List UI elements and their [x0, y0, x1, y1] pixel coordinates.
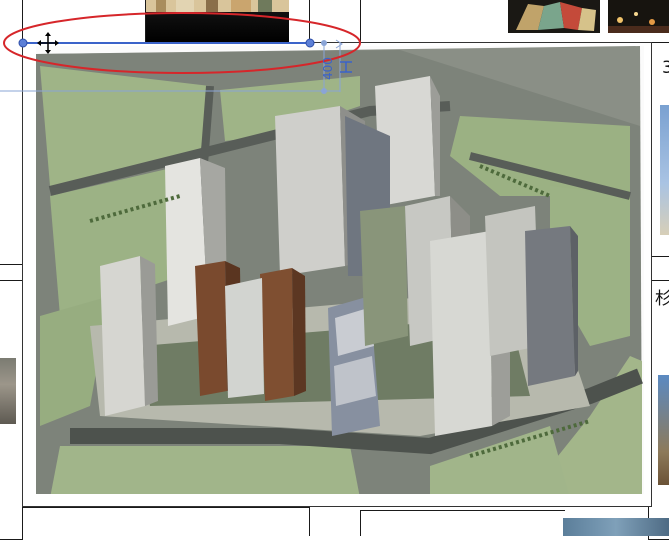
selection-overlay — [0, 12, 361, 94]
dimension-value-label: 400 — [321, 57, 335, 80]
line-endpoint-left[interactable] — [18, 38, 28, 48]
line-endpoint-right[interactable] — [305, 38, 315, 48]
guide-handle-bottom[interactable] — [321, 88, 327, 94]
move-icon[interactable] — [37, 32, 59, 54]
chevron-right-icon — [335, 39, 343, 49]
guide-handle-top[interactable] — [321, 40, 327, 46]
